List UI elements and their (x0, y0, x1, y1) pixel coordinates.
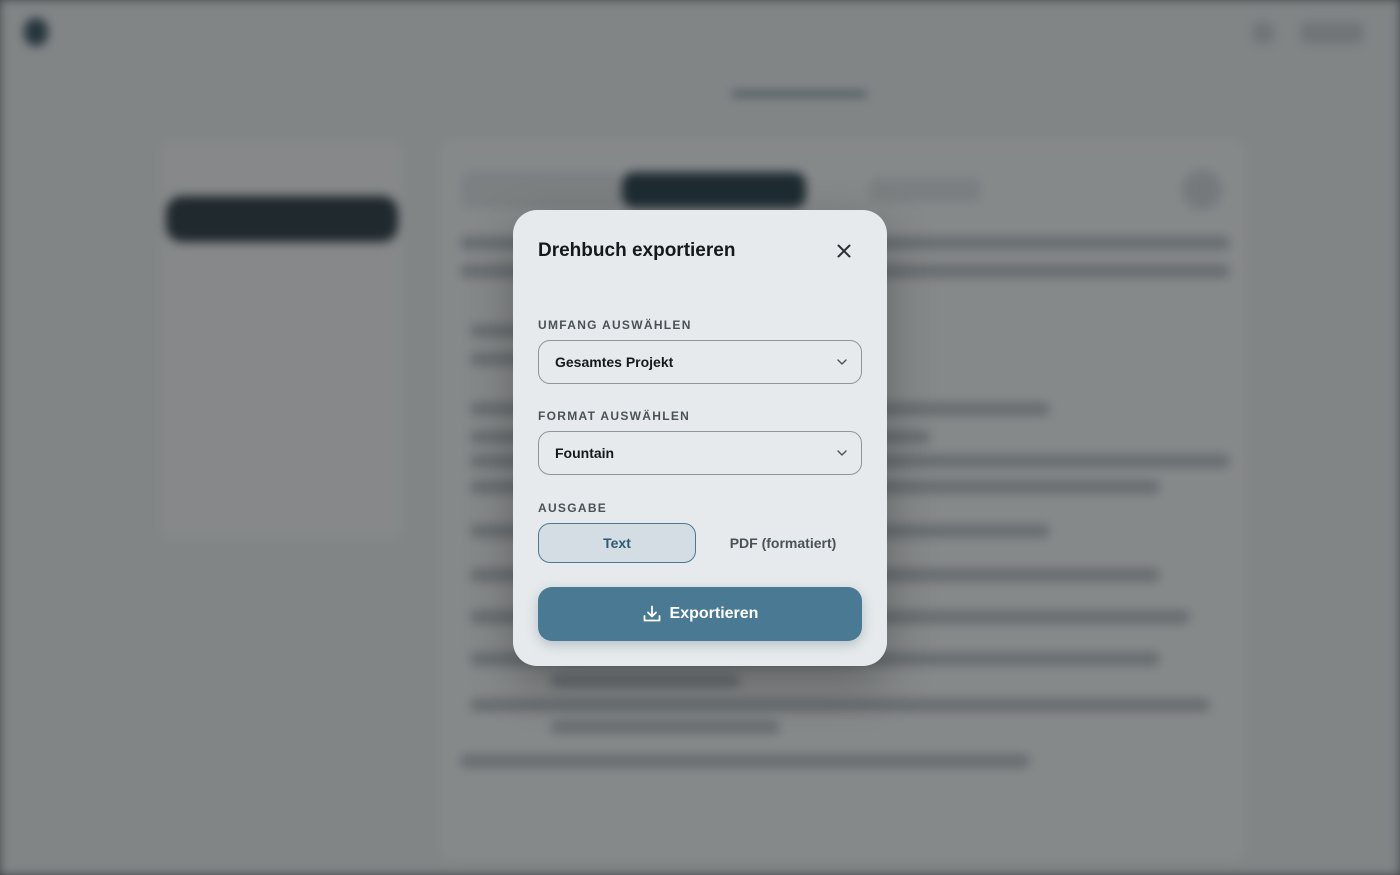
output-option-text[interactable]: Text (538, 523, 696, 563)
output-option-pdf[interactable]: PDF (formatiert) (704, 523, 862, 563)
download-icon (643, 605, 660, 622)
close-button[interactable] (831, 238, 857, 264)
dialog-title: Drehbuch exportieren (538, 240, 736, 261)
chevron-down-icon (837, 450, 847, 456)
close-icon (837, 244, 851, 258)
export-button[interactable]: Exportieren (538, 587, 862, 641)
export-button-label: Exportieren (669, 605, 759, 622)
scope-select-value: Gesamtes Projekt (555, 354, 674, 370)
scope-label: UMFANG AUSWÄHLEN (538, 318, 692, 332)
format-select-value: Fountain (555, 445, 615, 461)
format-select[interactable]: Fountain (538, 431, 862, 475)
output-label: AUSGABE (538, 501, 608, 515)
scope-select[interactable]: Gesamtes Projekt (538, 340, 862, 384)
format-label: FORMAT AUSWÄHLEN (538, 409, 691, 423)
chevron-down-icon (837, 359, 847, 365)
export-dialog: Drehbuch exportieren UMFANG AUSWÄHLEN Ge… (513, 210, 887, 666)
